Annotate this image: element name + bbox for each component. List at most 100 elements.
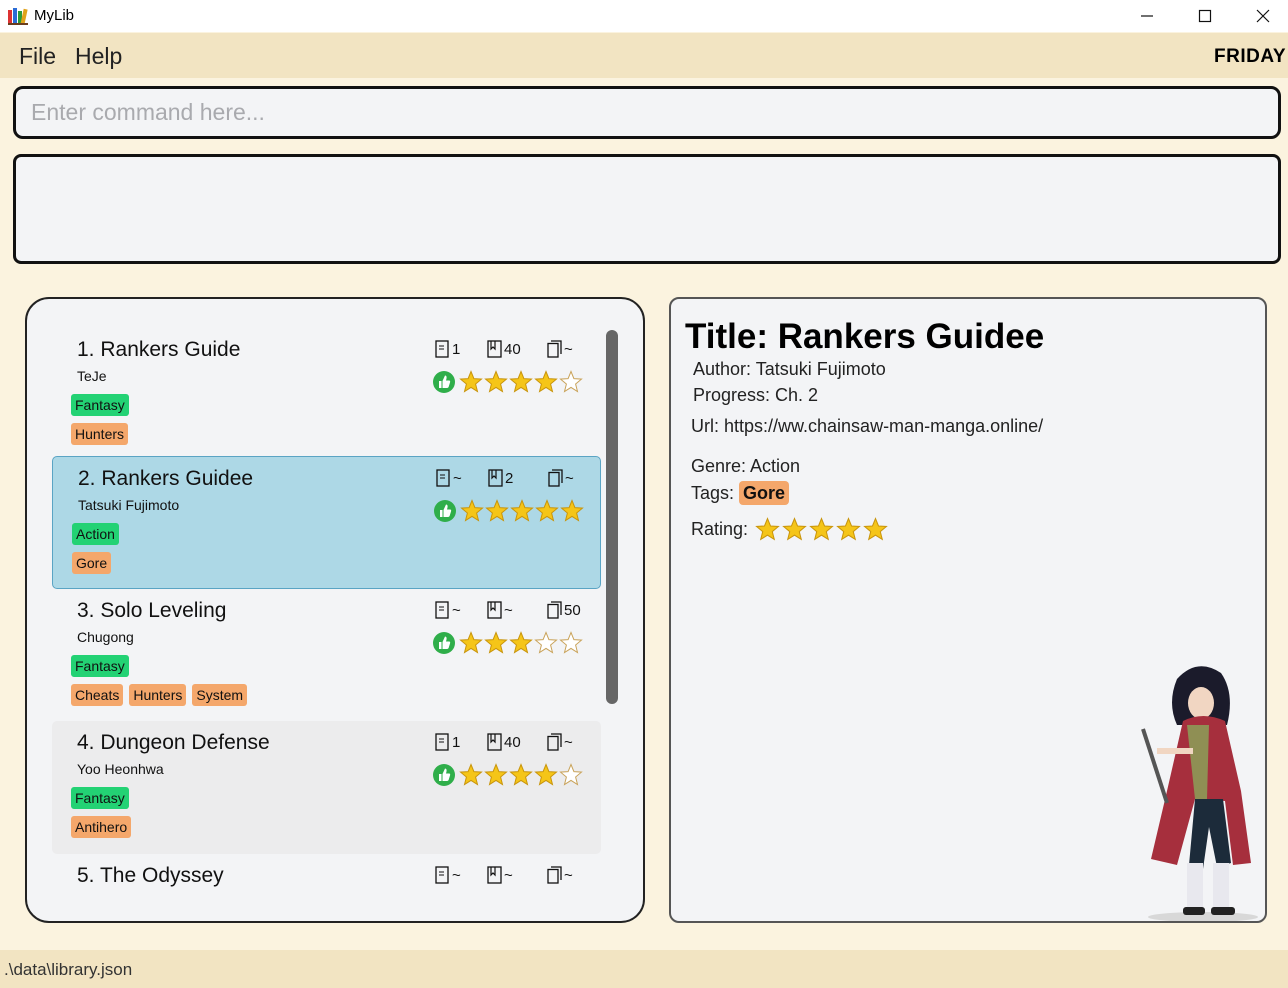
book-progress-stats: ~ ~50 <box>435 601 595 623</box>
volume-icon <box>547 866 562 884</box>
maximize-button[interactable] <box>1176 0 1234 32</box>
book-tag: Gore <box>72 552 112 574</box>
genre-tag-row: Action <box>72 523 119 545</box>
genre-tag: Fantasy <box>71 394 129 416</box>
chapter-icon <box>436 469 450 487</box>
book-title: 3. Solo Leveling <box>77 599 227 622</box>
genre-tag-row: Fantasy <box>71 787 129 809</box>
book-author: TeJe <box>77 368 107 384</box>
book-tag: System <box>192 684 248 706</box>
book-rating <box>433 499 584 523</box>
book-volume-stat: ~ <box>547 733 573 751</box>
title-bar: MyLib <box>0 0 1288 32</box>
detail-title: Title: Rankers Guidee <box>685 317 1045 356</box>
book-list-panel[interactable]: 1. Rankers Guide 1 40 ~ TeJe Fantasy Hunters 2.… <box>25 297 645 923</box>
star-filled-icon <box>509 631 533 654</box>
book-chapter-value: ~ <box>452 601 461 619</box>
volume-icon <box>547 340 562 358</box>
book-volume-stat: 50 <box>547 601 581 619</box>
genre-tag: Fantasy <box>71 655 129 677</box>
status-file-path: .\data\library.json <box>4 960 133 979</box>
star-filled-icon <box>484 370 508 393</box>
book-volume-value: 50 <box>564 601 581 619</box>
menu-bar: File Help FRIDAY <box>0 33 1288 78</box>
detail-rating-stars <box>755 517 888 542</box>
book-rating <box>432 631 583 655</box>
book-card[interactable]: 5. The Odyssey ~ ~ ~ <box>52 854 601 921</box>
book-page-value: 40 <box>504 733 521 751</box>
book-chapter-value: 1 <box>452 733 461 751</box>
book-title: 2. Rankers Guidee <box>78 467 254 490</box>
book-page-stat: ~ <box>487 866 513 884</box>
book-progress-stats: 1 40 ~ <box>435 733 595 755</box>
book-chapter-value: ~ <box>453 469 462 487</box>
detail-author: Author: Tatsuki Fujimoto <box>693 359 886 379</box>
star-filled-icon <box>755 517 780 541</box>
detail-tags-label: Tags: <box>691 483 735 503</box>
genre-tag: Fantasy <box>71 787 129 809</box>
book-page-value: 40 <box>504 340 521 358</box>
menu-help[interactable]: Help <box>75 43 122 70</box>
star-filled-icon <box>534 763 558 786</box>
chapter-icon <box>435 601 449 619</box>
book-volume-stat: ~ <box>547 340 573 358</box>
book-title: 1. Rankers Guide <box>77 338 241 361</box>
star-filled-icon <box>510 499 534 522</box>
volume-icon <box>548 469 563 487</box>
star-filled-icon <box>535 499 559 522</box>
book-progress-stats: 1 40 ~ <box>435 340 595 362</box>
maximize-icon <box>1198 9 1212 23</box>
close-icon <box>1256 9 1270 23</box>
book-title: 4. Dungeon Defense <box>77 731 270 754</box>
command-input[interactable] <box>13 86 1281 139</box>
bookmark-page-icon <box>487 866 502 884</box>
list-scrollbar[interactable] <box>606 330 618 704</box>
star-filled-icon <box>509 763 533 786</box>
tag-row: Cheats Hunters System <box>71 684 248 706</box>
star-filled-icon <box>782 517 807 541</box>
star-filled-icon <box>485 499 509 522</box>
book-volume-value: ~ <box>564 733 573 751</box>
book-card[interactable]: 3. Solo Leveling ~ ~50 Chugong Fantasy Cheats… <box>52 589 601 722</box>
thumbs-up-icon <box>433 764 455 786</box>
book-chapter-value: 1 <box>452 340 461 358</box>
star-filled-icon <box>484 763 508 786</box>
book-chapter-stat: ~ <box>435 601 461 619</box>
window-title: MyLib <box>34 7 75 24</box>
book-tag: Antihero <box>71 816 132 838</box>
book-card[interactable]: 4. Dungeon Defense 1 40 ~ Yoo Heonhwa Fantasy… <box>52 721 601 854</box>
book-page-value: ~ <box>504 601 513 619</box>
book-volume-value: ~ <box>565 469 574 487</box>
detail-genre: Genre: Action <box>691 456 801 476</box>
volume-icon <box>547 601 562 619</box>
star-empty-icon <box>559 763 583 786</box>
book-page-value: 2 <box>505 469 514 487</box>
star-empty-icon <box>534 631 558 654</box>
detail-rating-label: Rating: <box>691 519 749 539</box>
book-progress-stats: ~ ~ ~ <box>435 866 595 888</box>
day-indicator: FRIDAY <box>1214 46 1286 67</box>
book-card[interactable]: 2. Rankers Guidee ~2 ~ Tatsuki Fujimoto Acti… <box>52 456 601 589</box>
book-chapter-stat: 1 <box>435 340 460 358</box>
book-progress-stats: ~2 ~ <box>436 469 596 491</box>
book-tag: Cheats <box>71 684 124 706</box>
detail-tag: Gore <box>739 481 790 505</box>
detail-url[interactable]: Url: https://ww.chainsaw-man-manga.onlin… <box>691 416 1043 437</box>
close-button[interactable] <box>1234 0 1288 32</box>
tag-row: Hunters <box>71 423 129 445</box>
genre-tag-row: Fantasy <box>71 394 129 416</box>
book-rating <box>432 370 583 394</box>
thumbs-up-icon <box>434 500 456 522</box>
detail-tags: Tags: Gore <box>691 481 790 505</box>
minimize-button[interactable] <box>1118 0 1176 32</box>
result-display <box>13 154 1281 264</box>
book-card[interactable]: 1. Rankers Guide 1 40 ~ TeJe Fantasy Hunters <box>52 328 601 461</box>
menu-file[interactable]: File <box>19 43 56 70</box>
star-filled-icon <box>560 499 584 522</box>
status-bar: .\data\library.json <box>0 950 1288 988</box>
star-filled-icon <box>836 517 861 541</box>
book-page-stat: 40 <box>487 733 521 751</box>
tag-row: Gore <box>72 552 112 574</box>
bookmark-page-icon <box>487 340 502 358</box>
book-page-value: ~ <box>504 866 513 884</box>
